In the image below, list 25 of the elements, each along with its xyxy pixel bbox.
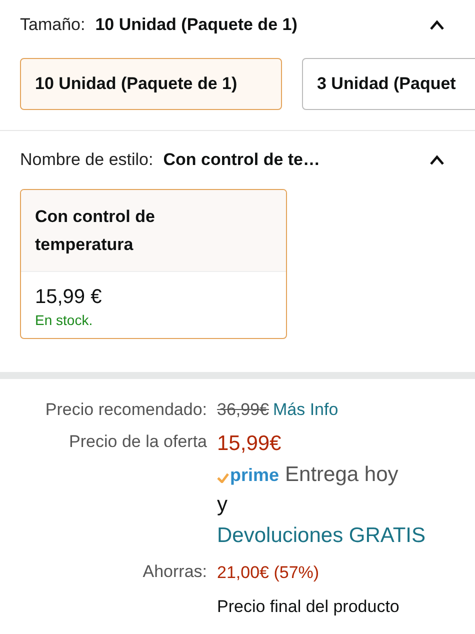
more-info-link[interactable]: Más Info: [273, 397, 338, 423]
style-title: Con control de temperatura: [35, 206, 156, 256]
price-label: Precio recomendado:: [44, 399, 207, 421]
check-icon: [217, 473, 229, 483]
collapse-icon[interactable]: [429, 20, 445, 30]
free-returns-link[interactable]: Devoluciones GRATIS: [217, 519, 426, 553]
selected-value: Con control de te…: [163, 150, 322, 170]
size-option[interactable]: 3 Unidad (Paquet: [302, 58, 475, 110]
price-label: Ahorras:: [142, 561, 207, 583]
final-price-note: Precio final del producto: [217, 596, 400, 618]
style-option-card[interactable]: Con control de temperatura 15,99 € En stock.: [20, 189, 287, 339]
selected-value: 10 Unidad (Paquete de 1): [95, 15, 298, 35]
option-label: Nombre de estilo:: [20, 150, 154, 170]
deal-price: 15,99€: [217, 431, 282, 457]
prime-logo: prime: [230, 464, 280, 487]
stock-status: En stock.: [35, 312, 94, 328]
collapse-icon[interactable]: [429, 155, 445, 165]
size-option[interactable]: 10 Unidad (Paquete de 1): [20, 58, 282, 110]
delivery-text: Entrega hoy: [285, 462, 398, 488]
option-label: Tamaño:: [20, 15, 86, 35]
conjunction-text: y: [217, 492, 228, 518]
price-label: Precio de la oferta: [68, 431, 207, 453]
list-price: 36,99€: [217, 399, 269, 421]
style-price: 15,99 €: [35, 285, 103, 310]
savings-amount: 21,00€ (57%): [217, 562, 320, 584]
